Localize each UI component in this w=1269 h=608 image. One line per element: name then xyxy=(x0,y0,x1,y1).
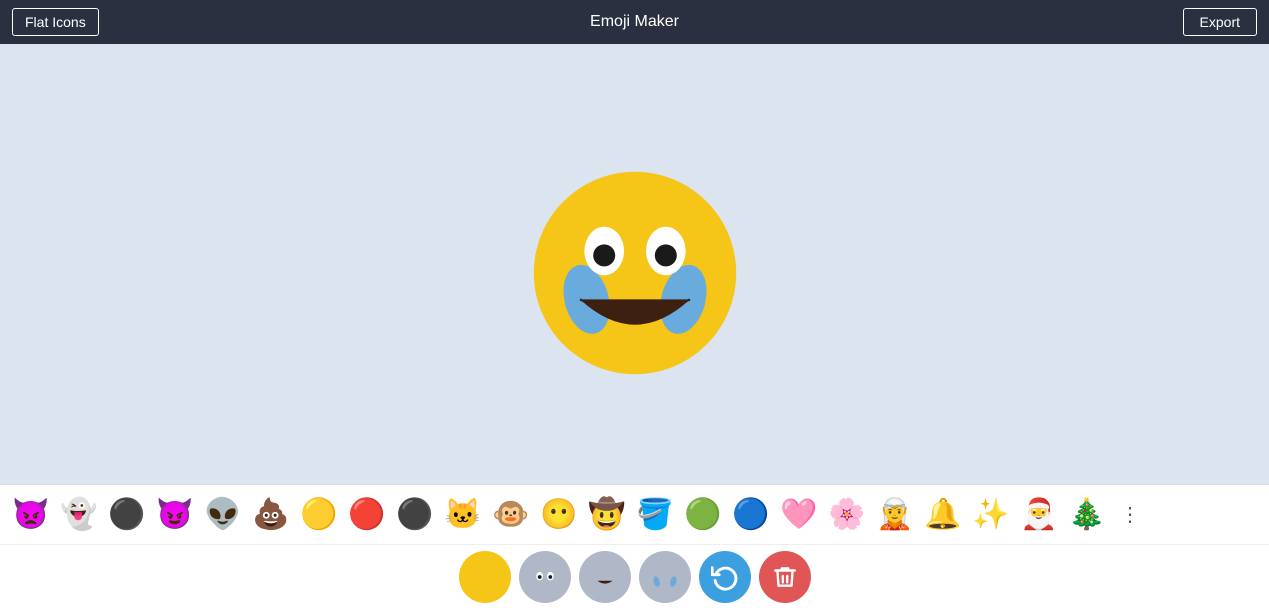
bottom-area: 👿👻⚫😈👽💩🟡🔴⚫🐱🐵😶🤠🪣🟢🔵🩷🌸🧝🔔✨🎅🎄⋮ xyxy=(0,484,1269,608)
mouth-selector-button[interactable] xyxy=(579,551,631,603)
strip-icon-bucket[interactable]: 🪣 xyxy=(632,492,678,538)
strip-icon-cat[interactable]: 🐱 xyxy=(440,492,486,538)
eyes-selector-button[interactable] xyxy=(519,551,571,603)
strip-icon-purple-devil[interactable]: 😈 xyxy=(152,492,198,538)
delete-button[interactable] xyxy=(759,551,811,603)
strip-icon-dark-circle[interactable]: ⚫ xyxy=(392,492,438,538)
strip-icon-blue[interactable]: 🔵 xyxy=(728,492,774,538)
strip-icon-gray-circle[interactable]: ⚫ xyxy=(104,492,150,538)
icon-strip: 👿👻⚫😈👽💩🟡🔴⚫🐱🐵😶🤠🪣🟢🔵🩷🌸🧝🔔✨🎅🎄⋮ xyxy=(0,484,1269,544)
strip-icon-bell[interactable]: 🔔 xyxy=(920,492,966,538)
strip-icon-plain-face[interactable]: 😶 xyxy=(536,492,582,538)
page-title: Emoji Maker xyxy=(590,13,679,31)
reset-button[interactable] xyxy=(699,551,751,603)
strip-icon-monkey[interactable]: 🐵 xyxy=(488,492,534,538)
strip-icon-alien[interactable]: 👽 xyxy=(200,492,246,538)
strip-icon-cowboy[interactable]: 🤠 xyxy=(584,492,630,538)
strip-icon-flower[interactable]: 🌸 xyxy=(824,492,870,538)
header: Flat Icons Emoji Maker Export xyxy=(0,0,1269,44)
more-icons-button[interactable]: ⋮ xyxy=(1112,498,1148,531)
export-button[interactable]: Export xyxy=(1183,8,1257,36)
strip-icon-poop[interactable]: 💩 xyxy=(248,492,294,538)
strip-icon-devil[interactable]: 👿 xyxy=(8,492,54,538)
strip-icon-elf[interactable]: 🧝 xyxy=(872,492,918,538)
canvas-area xyxy=(0,44,1269,502)
strip-icon-santa[interactable]: 🎅 xyxy=(1016,492,1062,538)
strip-icon-sparkle[interactable]: ✨ xyxy=(968,492,1014,538)
strip-icon-green[interactable]: 🟢 xyxy=(680,492,726,538)
action-strip xyxy=(0,544,1269,608)
strip-icon-xmas[interactable]: 🎄 xyxy=(1064,492,1110,538)
strip-icon-red-circle[interactable]: 🔴 xyxy=(344,492,390,538)
emoji-preview xyxy=(525,163,745,383)
strip-icon-ghost[interactable]: 👻 xyxy=(56,492,102,538)
strip-icon-pink[interactable]: 🩷 xyxy=(776,492,822,538)
tears-selector-button[interactable] xyxy=(639,551,691,603)
face-selector-button[interactable] xyxy=(459,551,511,603)
flat-icons-button[interactable]: Flat Icons xyxy=(12,8,99,36)
strip-icon-yellow-circle[interactable]: 🟡 xyxy=(296,492,342,538)
